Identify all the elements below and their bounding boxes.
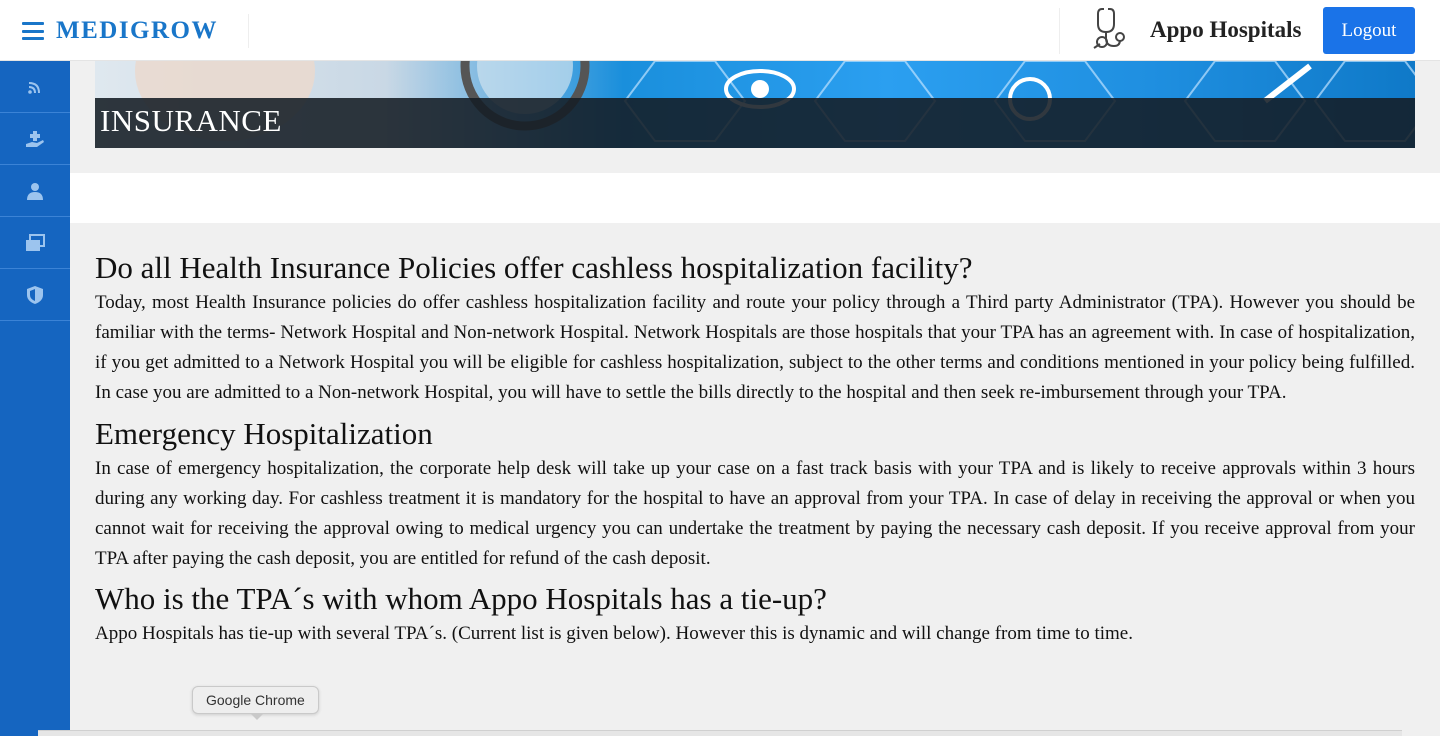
doctor-icon: [27, 182, 43, 200]
hospital-name: Appo Hospitals: [1150, 17, 1302, 42]
section-heading: Who is the TPA´s with whom Appo Hospital…: [95, 581, 827, 616]
browser-tooltip: Google Chrome: [192, 686, 319, 714]
sidebar-item-donate[interactable]: [0, 113, 70, 165]
divider: [248, 14, 249, 48]
donate-hand-icon: [26, 130, 44, 147]
banner-overlay: [95, 98, 1415, 148]
divider: [1059, 8, 1060, 54]
white-band: [70, 173, 1440, 223]
tooltip-arrow: [250, 713, 264, 720]
sidebar-item-gallery[interactable]: [0, 217, 70, 269]
browser-bottom-bar: [38, 730, 1402, 736]
top-header: MEDIGROW Appo Hospitals Logout: [0, 0, 1440, 61]
section-heading: Do all Health Insurance Policies offer c…: [95, 250, 973, 285]
hamburger-menu-icon[interactable]: [22, 22, 44, 40]
brand-name[interactable]: MEDIGROW: [56, 17, 218, 45]
brand: MEDIGROW: [22, 12, 218, 50]
content-section: Do all Health Insurance Policies offer c…: [95, 248, 1415, 408]
logout-button[interactable]: Logout: [1323, 7, 1415, 54]
gallery-icon: [26, 233, 45, 251]
content-section: Who is the TPA´s with whom Appo Hospital…: [95, 579, 1415, 649]
shield-icon: [27, 285, 43, 304]
section-body: Today, most Health Insurance policies do…: [95, 292, 1415, 403]
main-content: Do all Health Insurance Policies offer c…: [95, 248, 1415, 649]
content-section: Emergency Hospitalization In case of eme…: [95, 414, 1415, 574]
stethoscope-icon: [1093, 8, 1125, 49]
sidebar: [0, 61, 70, 736]
page-banner: INSURANCE: [95, 61, 1415, 148]
sidebar-item-doctors[interactable]: [0, 165, 70, 217]
rss-feed-icon: [28, 81, 40, 94]
sidebar-item-feed[interactable]: [0, 61, 70, 113]
sidebar-item-insurance[interactable]: [0, 269, 70, 321]
section-heading: Emergency Hospitalization: [95, 416, 433, 451]
page-title: INSURANCE: [100, 103, 282, 138]
section-body: In case of emergency hospitalization, th…: [95, 458, 1415, 569]
section-body: Appo Hospitals has tie-up with several T…: [95, 623, 1133, 644]
